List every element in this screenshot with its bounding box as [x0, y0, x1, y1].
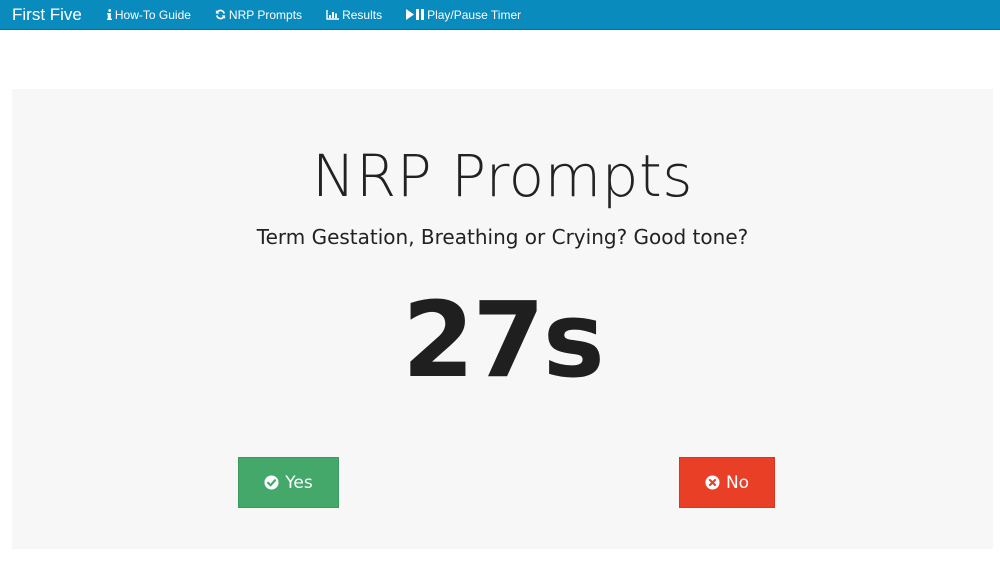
no-button[interactable]: No: [679, 457, 775, 508]
info-icon: [106, 9, 112, 20]
yes-button-label: Yes: [285, 472, 313, 493]
play-pause-icon: [406, 9, 425, 20]
prompt-panel: NRP Prompts Term Gestation, Breathing or…: [12, 89, 993, 549]
page-title: NRP Prompts: [312, 142, 693, 210]
nav-nrp-prompts[interactable]: NRP Prompts: [215, 7, 302, 23]
check-circle-icon: [264, 475, 279, 490]
no-button-label: No: [725, 472, 750, 493]
nav-play-pause-timer[interactable]: Play/Pause Timer: [406, 7, 521, 23]
nav-play-pause-timer-label: Play/Pause Timer: [427, 7, 522, 22]
nav-how-to-guide-label: How-To Guide: [114, 7, 191, 22]
nav-nrp-prompts-label: NRP Prompts: [228, 7, 303, 22]
refresh-icon: [215, 9, 226, 20]
bar-chart-icon: [326, 9, 340, 20]
top-navbar: First Five How-To Guide NRP Prompts Resu…: [0, 0, 1000, 30]
nav-results[interactable]: Results: [326, 7, 382, 23]
timer-display: 27s: [402, 279, 605, 401]
times-circle-icon: [705, 475, 720, 490]
nav-results-label: Results: [342, 7, 383, 22]
prompt-question: Term Gestation, Breathing or Crying? Goo…: [256, 225, 749, 249]
yes-button[interactable]: Yes: [238, 457, 339, 508]
brand-link[interactable]: First Five: [12, 4, 82, 26]
nav-how-to-guide[interactable]: How-To Guide: [106, 7, 191, 23]
